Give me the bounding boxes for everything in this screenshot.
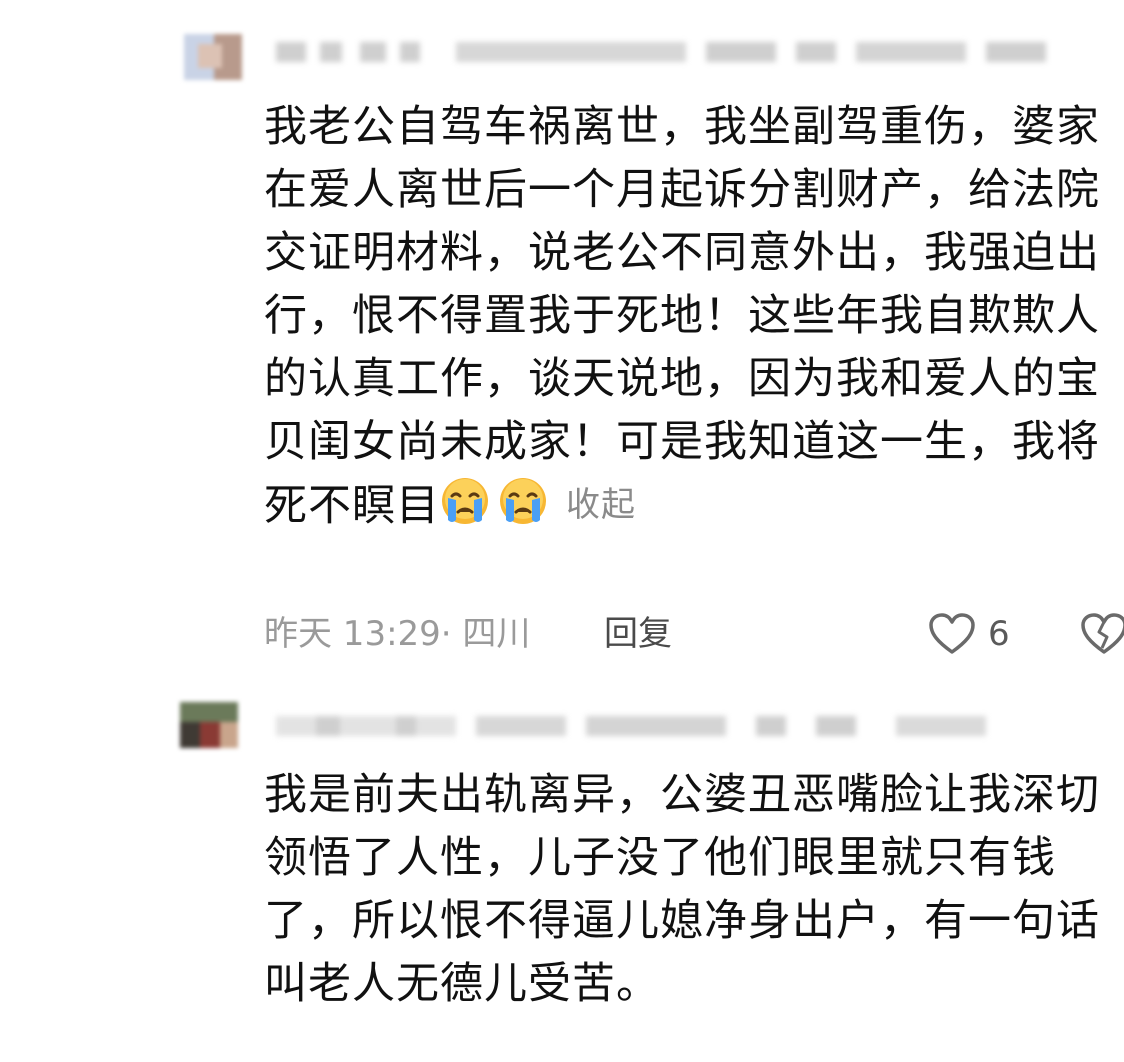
avatar[interactable]: [184, 34, 242, 80]
comment-item: 我老公自驾车祸离世，我坐副驾重伤，婆家在爱人离世后一个月起诉分割财产，给法院交证…: [0, 0, 1124, 680]
comment-meta: 昨天 13:29· 四川 回复 6: [264, 610, 1124, 658]
comment-item: 我是前夫出轨离异，公婆丑恶嘴脸让我深切领悟了人性，儿子没了他们眼里就只有钱了，所…: [0, 680, 1124, 1062]
crying-face-icon: [440, 476, 498, 524]
dislike-button[interactable]: [1080, 612, 1124, 660]
like-button[interactable]: [928, 612, 976, 660]
heart-icon: [929, 613, 975, 654]
broken-heart-icon: [1081, 613, 1124, 654]
comment-body-text: 我老公自驾车祸离世，我坐副驾重伤，婆家在爱人离世后一个月起诉分割财产，给法院交证…: [264, 102, 1100, 531]
crying-face-icon: [498, 476, 556, 524]
comment-body: 我是前夫出轨离异，公婆丑恶嘴脸让我深切领悟了人性，儿子没了他们眼里就只有钱了，所…: [264, 770, 1100, 1009]
username-redacted: [276, 36, 1046, 66]
username-redacted: [276, 710, 1036, 740]
like-count: 6: [988, 614, 1010, 654]
collapse-link[interactable]: 收起: [566, 485, 636, 525]
timestamp-location: 昨天 13:29· 四川: [264, 614, 531, 654]
comment-body: 我老公自驾车祸离世，我坐副驾重伤，婆家在爱人离世后一个月起诉分割财产，给法院交证…: [264, 96, 1114, 538]
avatar[interactable]: [180, 702, 238, 748]
reply-button[interactable]: 回复: [604, 610, 672, 658]
